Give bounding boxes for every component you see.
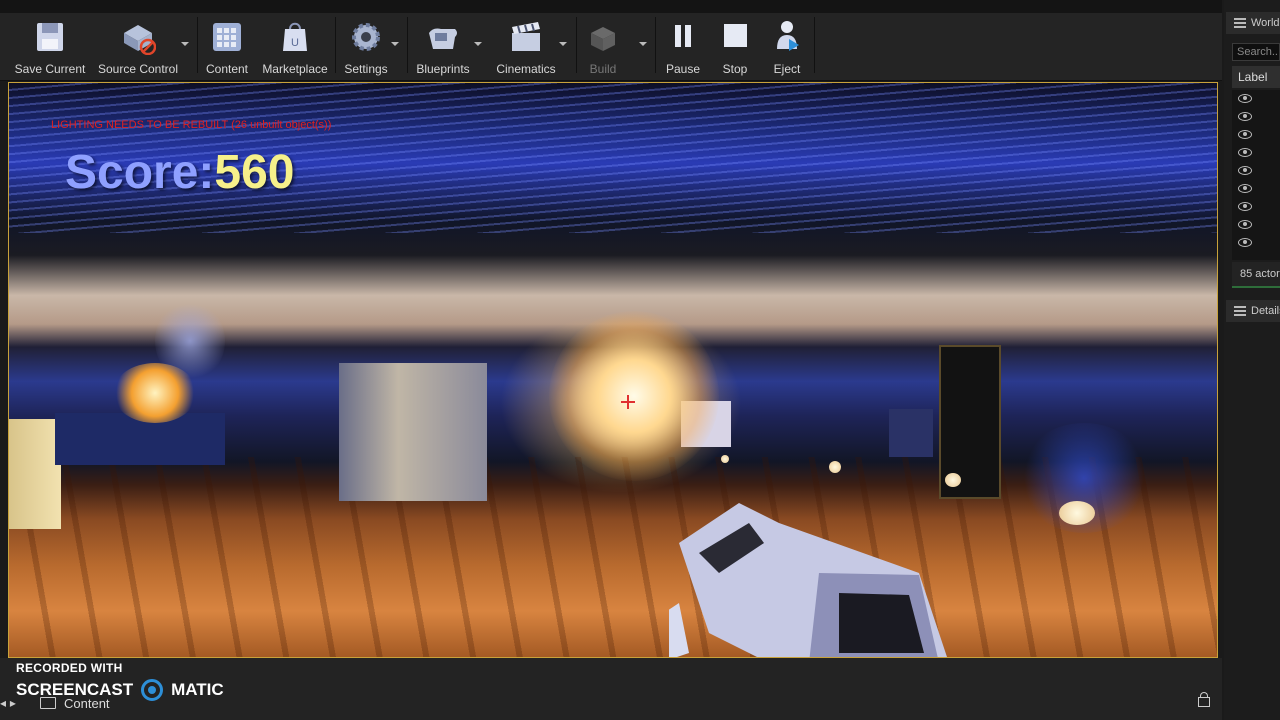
projectile-ball [829,461,841,473]
details-tab[interactable]: Details [1226,300,1280,322]
save-current-label: Save Current [14,62,86,76]
watermark-brand-right: MATIC [171,680,224,699]
visibility-eye-icon[interactable] [1238,238,1252,247]
player-gun [669,503,947,657]
settings-button[interactable]: Settings [340,15,392,76]
cover-block [889,409,933,457]
screencast-logo-icon [141,679,164,701]
eject-icon [769,19,805,55]
outliner-search-placeholder: Search... [1237,46,1280,58]
cinematics-button[interactable]: Cinematics [492,15,560,76]
score-display: Score:560 [65,145,294,200]
visibility-eye-icon[interactable] [1238,202,1252,211]
main-toolbar: Save Current Source Control Content U Ma… [0,0,1222,81]
outliner-column-header-label[interactable]: Label [1232,66,1280,88]
watermark-recorded-with: RECORDED WITH [16,661,123,675]
build-icon [585,19,621,55]
cinematics-icon [508,19,544,55]
blueprints-label: Blueprints [416,62,470,76]
stop-button[interactable]: Stop [714,15,756,76]
visibility-eye-icon[interactable] [1238,148,1252,157]
blueprints-icon [425,19,461,55]
visibility-eye-icon[interactable] [1238,184,1252,193]
visibility-eye-icon[interactable] [1238,130,1252,139]
cinematics-label: Cinematics [496,62,556,76]
toolbar-separator [814,17,815,73]
right-side-panel: World Outliner Search... Label 85 actors… [1224,0,1280,720]
score-label: Score: [65,146,215,199]
visibility-eye-icon[interactable] [1238,94,1252,103]
pause-label: Pause [665,62,701,76]
list-icon [1234,18,1246,28]
settings-icon [348,19,384,55]
eject-label: Eject [773,62,801,76]
source-control-label: Source Control [97,62,179,76]
stop-label: Stop [722,62,748,76]
smoke-plume [155,301,225,381]
settings-dropdown-caret[interactable] [391,42,399,46]
pause-button[interactable]: Pause [662,15,704,76]
save-current-button[interactable]: Save Current [14,15,86,76]
world-outliner-tab-label: World Outliner [1251,17,1280,29]
save-icon [32,19,68,55]
crosshair-icon [621,395,635,409]
details-tab-label: Details [1251,305,1280,317]
svg-text:U: U [291,37,299,49]
cinematics-dropdown-caret[interactable] [559,42,567,46]
toolbar-separator [407,17,408,73]
marketplace-label: Marketplace [262,62,328,76]
watermark-brand-left: SCREENCAST [16,680,134,699]
stop-icon [717,19,753,55]
details-icon [1234,306,1246,316]
toolbar-separator [197,17,198,73]
cover-block [9,419,61,529]
pause-icon [665,19,701,55]
outliner-search-input[interactable]: Search... [1232,43,1280,61]
visibility-eye-icon[interactable] [1238,112,1252,121]
toolbar-separator [576,17,577,73]
settings-label: Settings [344,62,388,76]
actor-count: 85 actors [1232,262,1280,288]
source-control-dropdown-caret[interactable] [181,42,189,46]
lock-icon[interactable] [1198,692,1210,707]
content-button[interactable]: Content [202,15,252,76]
history-arrows-icon[interactable]: ◂ ▸ [0,696,16,710]
marketplace-icon: U [277,19,313,55]
screencast-o-matic-watermark: SCREENCAST MATIC [16,679,224,701]
toolbar-separator [335,17,336,73]
visibility-eye-icon[interactable] [1238,220,1252,229]
toolbar-separator [655,17,656,73]
column-header-text: Label [1238,70,1268,84]
game-viewport[interactable]: LIGHTING NEEDS TO BE REBUILT (26 unbuilt… [8,82,1218,658]
marketplace-button[interactable]: U Marketplace [260,15,330,76]
blueprints-button[interactable]: Blueprints [412,15,474,76]
world-outliner-tab[interactable]: World Outliner [1226,12,1280,34]
build-label: Build [589,62,617,76]
score-value: 560 [214,146,295,199]
blueprints-dropdown-caret[interactable] [474,42,482,46]
visibility-eye-icon[interactable] [1238,166,1252,175]
build-dropdown-caret[interactable] [639,42,647,46]
cover-block [339,363,487,501]
projectile-ball [1059,501,1095,525]
outliner-list [1232,90,1280,260]
source-control-button[interactable]: Source Control [96,15,180,76]
eject-button[interactable]: Eject [766,15,808,76]
content-icon [209,19,245,55]
content-label: Content [205,62,249,76]
source-control-icon [120,19,157,56]
projectile-ball [721,455,729,463]
build-button[interactable]: Build [581,15,625,76]
lighting-rebuild-warning: LIGHTING NEEDS TO BE REBUILT (26 unbuilt… [51,119,332,131]
